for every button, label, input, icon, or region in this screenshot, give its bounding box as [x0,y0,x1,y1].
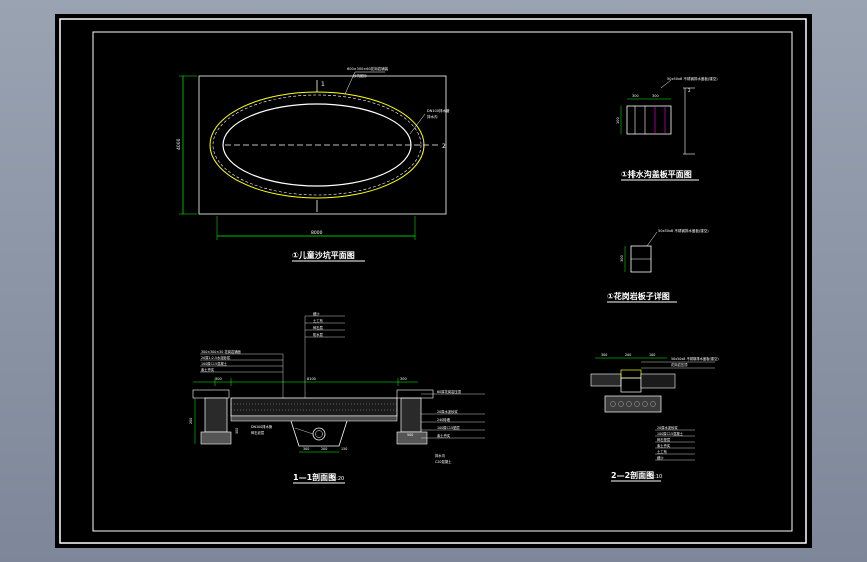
section1-scale: 1:20 [333,476,344,482]
section2-dim-b: 200 [625,353,631,357]
section1-label-top-2: 土工布 [313,318,324,323]
section1-dim-right: 300 [400,377,407,381]
cad-drawing: 1 2 600×300×60花岗岩铺装 沙坑细沙 DN100排水管 排水沟 40… [59,18,807,544]
section1-label-right-2: 20厚水泥砂浆 [437,409,458,414]
drain-title: ①排水沟盖板平面图 [621,169,692,179]
section-1-1: 300 8100 300 300×300×30 花岗岩铺面 20厚1:2.5水泥… [189,311,485,484]
section1-label-top-1: 细沙 [313,311,320,316]
section1-dim-left: 300 [215,377,222,381]
section1-dim-v2: 300 [235,428,239,434]
granite-note: 50x50x8 不锈钢排水盖板(镂空) [658,228,709,233]
plan-note-4: 沙坑细沙 [353,73,367,78]
section2-cover [620,369,642,379]
section2-title: 2—2剖面图 [611,470,654,480]
section2-label-1: 50x50x8 不锈钢排水盖板(镂空) [671,356,719,361]
section1-dim-v1: 200 [189,418,193,424]
drain-dim-b: 300 [652,94,659,98]
granite-dim: 300 [620,255,624,262]
drawing-sheet: 1 2 600×300×60花岗岩铺装 沙坑细沙 DN100排水管 排水沟 40… [55,14,812,548]
granite-title: ①花岗岩板子详图 [607,291,670,301]
section1-label-right-1: 60厚花岗岩压顶 [437,389,462,394]
section2-scale: 1:10 [651,474,662,480]
section1-label-top-4: 防水层 [313,332,324,337]
section1-label-right-4: 100厚C15垫层 [437,425,460,430]
section1-dim-h2: 200 [321,447,327,451]
section1-right-wall [400,397,422,433]
section1-label-left-2: 20厚1:2.5水泥砂浆 [201,355,231,360]
section2-base [604,395,662,413]
section1-left-wall [204,397,228,433]
section1-left-footing [200,431,232,445]
section2-label-7: 土工布 [657,449,668,454]
plan-section-mark: 1 [321,81,325,88]
section1-dim-h3: 150 [341,447,347,451]
section1-drain-trench [290,420,348,447]
plan-view: 1 2 600×300×60花岗岩铺装 沙坑细沙 DN100排水管 排水沟 40… [176,66,450,262]
section1-gravel-layer [230,415,398,422]
plan-note-1: 600×300×60花岗岩铺装 [347,66,389,71]
section1-label-left-1: 300×300×30 花岗岩铺面 [201,349,242,354]
section2-dim-c: 100 [649,353,655,357]
drain-dim-c: 100 [616,117,620,124]
granite-detail: 300 50x50x8 不锈钢排水盖板(镂空) ①花岗岩板子详图 [607,228,709,303]
section1-label-left-3: 100厚C15混凝土 [201,361,228,366]
plan-dim-width: 8000 [311,230,323,236]
section2-right-slab [640,373,676,389]
section2-label-6: 素土夯实 [657,443,671,448]
section1-label-b-1: 排水沟 [435,453,446,458]
section1-label-right-5: 素土夯实 [437,433,451,438]
plan-note-3: 排水沟 [427,114,438,119]
drain-dim-a: 300 [632,94,639,98]
section2-dim-a: 300 [601,353,607,357]
section1-drain-pipe [312,427,326,441]
section1-dim-h1: 300 [303,447,309,451]
section2-label-5: 碎石垫层 [657,437,671,442]
drain-note: 50x50x8 不锈钢排水盖板(镂空) [667,76,718,81]
section1-label-pipe-1: DN100排水管 [251,424,273,429]
plan-title: ①儿童沙坑平面图 [292,250,355,260]
section2-label-2: 花岗岩压顶 [671,362,688,367]
plan-note-2: DN100排水管 [427,108,450,113]
section1-label-left-4: 素土夯实 [201,367,215,372]
section1-label-b-2: C20混凝土 [435,459,452,464]
section2-left-slab [590,373,622,387]
section1-label-pipe-2: 碎石滤层 [251,430,265,435]
outer-frame [59,18,807,544]
section1-dim-total: 8100 [307,377,316,381]
section1-label-right-3: 240砖墙 [437,417,451,422]
section2-label-8: 细沙 [657,455,664,460]
section1-dim-v3: 500 [407,433,413,437]
plan-section-mark-2: 2 [442,143,446,150]
plan-dim-height: 4000 [176,138,182,150]
drain-cover-outline [626,105,672,135]
drain-cover-plan: 300 300 100 50x50x8 不锈钢排水盖板(镂空) 2 ①排水沟盖板… [616,76,718,181]
section2-label-4: 100厚C15混凝土 [657,431,684,436]
section-2-2: 300 200 100 50x50x8 不锈钢排水盖板(镂空) 花岗岩压顶 20… [590,353,719,482]
section1-sand-layer [230,397,398,417]
section1-label-top-3: 碎石层 [313,325,324,330]
section2-label-3: 20厚水泥砂浆 [657,425,678,430]
drain-mark: 2 [688,88,691,93]
section1-title: 1—1剖面图 [293,472,336,482]
